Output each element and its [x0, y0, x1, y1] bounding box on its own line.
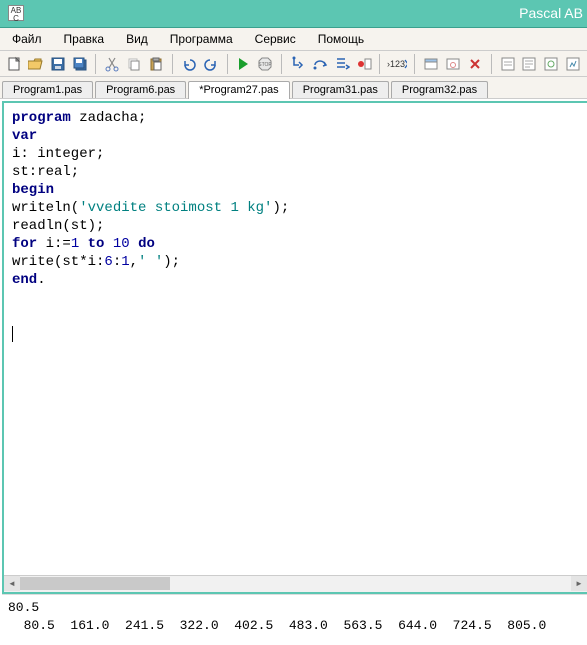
menu-program[interactable]: Программа [164, 30, 239, 48]
scroll-left-arrow[interactable]: ◄ [4, 576, 20, 591]
editor-panel: program zadacha; var i: integer; st:real… [2, 101, 587, 594]
clear-button[interactable] [465, 53, 485, 75]
module-button-1[interactable] [498, 53, 518, 75]
step-into-button[interactable] [288, 53, 308, 75]
output-line-1: 80.5 [8, 600, 39, 615]
open-file-button[interactable] [26, 53, 46, 75]
step-over-button[interactable] [310, 53, 330, 75]
toolbar: STOP ›123 [0, 51, 587, 77]
module-button-4[interactable] [563, 53, 583, 75]
app-icon: ABC [8, 5, 24, 21]
menu-view[interactable]: Вид [120, 30, 154, 48]
tab-program6[interactable]: Program6.pas [95, 81, 186, 98]
scroll-track[interactable] [20, 576, 571, 592]
svg-text:›123: ›123 [387, 59, 405, 69]
menu-file[interactable]: Файл [6, 30, 48, 48]
toolbar-separator [227, 54, 228, 74]
output-line-2: 80.5 161.0 241.5 322.0 402.5 483.0 563.5… [8, 618, 546, 633]
tab-program1[interactable]: Program1.pas [2, 81, 93, 98]
redo-button[interactable] [201, 53, 221, 75]
menu-help[interactable]: Помощь [312, 30, 370, 48]
toolbar-separator [491, 54, 492, 74]
toolbar-separator [379, 54, 380, 74]
menu-service[interactable]: Сервис [249, 30, 302, 48]
tabstrip: Program1.pas Program6.pas *Program27.pas… [0, 77, 587, 99]
tab-program27[interactable]: *Program27.pas [188, 81, 290, 99]
undo-button[interactable] [179, 53, 199, 75]
save-button[interactable] [48, 53, 68, 75]
titlebar: ABC Pascal AB [0, 0, 587, 28]
output-panel: 80.5 80.5 161.0 241.5 322.0 402.5 483.0 … [2, 594, 587, 642]
tab-program32[interactable]: Program32.pas [391, 81, 488, 98]
window-button-1[interactable] [421, 53, 441, 75]
toolbar-separator [281, 54, 282, 74]
menubar: Файл Правка Вид Программа Сервис Помощь [0, 28, 587, 51]
toolbar-separator [414, 54, 415, 74]
new-file-button[interactable] [4, 53, 24, 75]
run-button[interactable] [233, 53, 253, 75]
toolbar-separator [95, 54, 96, 74]
copy-button[interactable] [124, 53, 144, 75]
window-title: Pascal AB [519, 0, 583, 27]
window-button-2[interactable] [443, 53, 463, 75]
paste-button[interactable] [146, 53, 166, 75]
stop-button[interactable]: STOP [255, 53, 275, 75]
menu-edit[interactable]: Правка [58, 30, 111, 48]
scroll-thumb[interactable] [20, 577, 170, 590]
trace-button[interactable] [332, 53, 352, 75]
cut-button[interactable] [102, 53, 122, 75]
toolbar-separator [172, 54, 173, 74]
tab-program31[interactable]: Program31.pas [292, 81, 389, 98]
save-all-button[interactable] [70, 53, 90, 75]
goto-line-button[interactable]: ›123 [386, 53, 408, 75]
breakpoint-button[interactable] [354, 53, 374, 75]
scroll-right-arrow[interactable]: ► [571, 576, 587, 591]
module-button-3[interactable] [541, 53, 561, 75]
code-editor[interactable]: program zadacha; var i: integer; st:real… [4, 103, 587, 575]
module-button-2[interactable] [520, 53, 540, 75]
horizontal-scrollbar[interactable]: ◄ ► [4, 575, 587, 592]
svg-text:STOP: STOP [258, 62, 272, 68]
